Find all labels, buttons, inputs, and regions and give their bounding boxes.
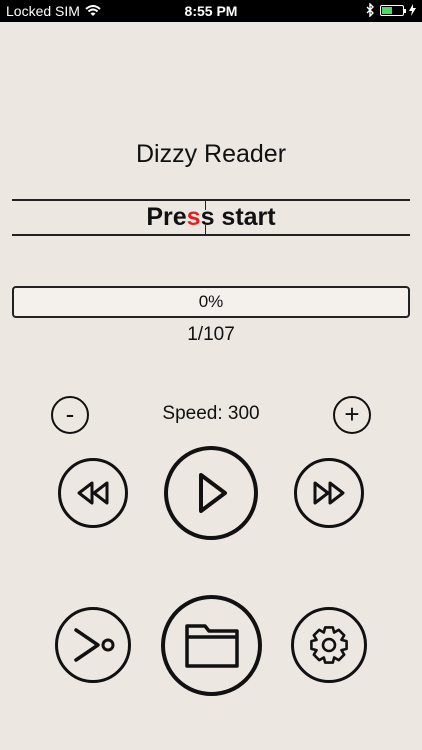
gear-icon [310, 626, 348, 664]
rewind-icon [77, 481, 109, 505]
battery-level [382, 6, 392, 14]
jump-icon [74, 628, 115, 662]
progress-label: 0% [198, 292, 224, 311]
fast-forward-icon [313, 481, 345, 505]
fast-forward-button[interactable] [294, 458, 364, 528]
word-prefix: Pre [146, 203, 187, 231]
word-display: Press start [12, 199, 410, 236]
status-bar: Locked SIM 8:55 PM [0, 0, 422, 22]
app-title: Dizzy Reader [135, 140, 287, 168]
word-suffix: s start [200, 203, 276, 231]
current-word: Press start [12, 201, 410, 234]
folder-icon [184, 623, 239, 668]
clock: 8:55 PM [184, 3, 238, 19]
settings-button[interactable] [291, 607, 367, 683]
word-focus-letter: s [186, 203, 201, 231]
battery-icon [380, 4, 406, 16]
status-right [366, 3, 416, 17]
jump-button[interactable] [55, 607, 131, 683]
plus-icon: + [344, 399, 360, 429]
open-file-button[interactable] [161, 595, 262, 696]
bluetooth-icon [366, 3, 374, 17]
increase-speed-button[interactable]: + [333, 396, 371, 434]
rewind-button[interactable] [58, 458, 128, 528]
progress-bar[interactable]: 0% [12, 286, 410, 318]
play-button[interactable] [164, 446, 258, 540]
play-icon [199, 473, 227, 513]
charging-bolt-icon [409, 4, 416, 16]
page-counter: 1/107 [187, 324, 235, 345]
